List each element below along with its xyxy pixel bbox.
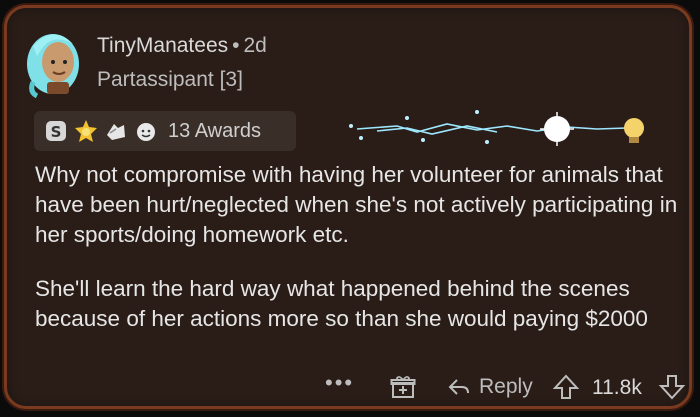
wholesome-award-icon: [134, 119, 158, 143]
gold-award-icon: [74, 119, 98, 143]
silver-award-icon: S: [44, 119, 68, 143]
upvote-arrow-icon: [552, 374, 580, 399]
comment-card: TinyManatees • 2d Partassipant [3] S 13 Aw…: [4, 5, 692, 409]
svg-text:S: S: [51, 123, 62, 141]
separator-dot: •: [232, 34, 240, 57]
upvote-button[interactable]: [552, 374, 580, 406]
comment-paragraph-2: She'll learn the hard way what happened …: [35, 276, 648, 331]
comment-paragraph-1: Why not compromise with having her volun…: [35, 162, 678, 247]
user-flair: Partassipant [3]: [97, 68, 243, 91]
downvote-button[interactable]: [658, 374, 686, 406]
helpful-award-icon: [104, 119, 128, 143]
awards-count: 13 Awards: [168, 119, 262, 142]
reply-arrow-icon: [448, 379, 469, 395]
award-sparkle-banner: [337, 104, 657, 154]
give-award-button[interactable]: [390, 374, 416, 400]
comment-age: 2d: [243, 34, 267, 57]
downvote-arrow-icon: [658, 375, 686, 400]
comment-actions: ••• Reply 11.8k: [7, 370, 689, 404]
awards-bar[interactable]: S 13 Awards: [34, 111, 296, 151]
comment-header: TinyManatees • 2d: [97, 34, 267, 58]
avatar[interactable]: [23, 26, 83, 99]
reply-button[interactable]: Reply: [447, 375, 533, 399]
gift-icon: [390, 376, 416, 398]
more-options-button[interactable]: •••: [325, 370, 354, 396]
username-link[interactable]: TinyManatees: [97, 34, 228, 57]
reply-label: Reply: [479, 375, 533, 398]
vote-score: 11.8k: [592, 376, 642, 399]
